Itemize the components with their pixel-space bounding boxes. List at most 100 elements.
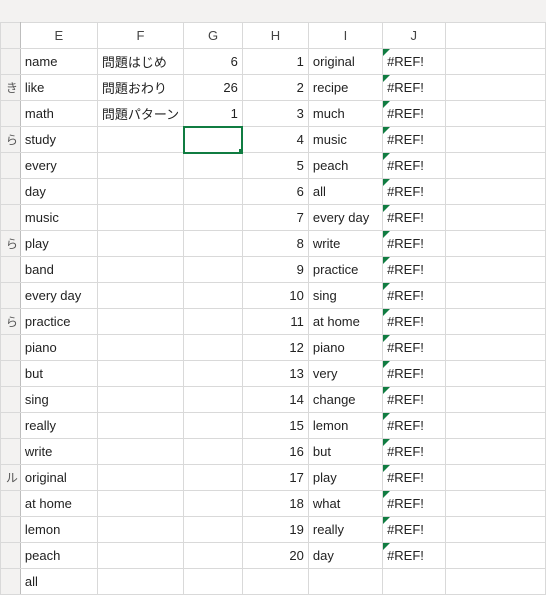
grid-row[interactable]: all bbox=[1, 569, 546, 595]
cell[interactable]: 問題パターン bbox=[97, 101, 183, 127]
cell[interactable]: piano bbox=[308, 335, 382, 361]
cell-error[interactable]: #REF! bbox=[383, 491, 445, 517]
col-header-I[interactable]: I bbox=[308, 23, 382, 49]
cell[interactable]: 7 bbox=[242, 205, 308, 231]
cell[interactable] bbox=[184, 517, 243, 543]
cell[interactable]: much bbox=[308, 101, 382, 127]
cell[interactable]: piano bbox=[20, 335, 97, 361]
cell[interactable]: lemon bbox=[308, 413, 382, 439]
row-header-stub[interactable] bbox=[1, 153, 21, 179]
cell[interactable] bbox=[445, 543, 546, 569]
cell[interactable]: band bbox=[20, 257, 97, 283]
cell[interactable]: but bbox=[20, 361, 97, 387]
row-header-stub[interactable] bbox=[1, 361, 21, 387]
cell-error[interactable]: #REF! bbox=[383, 75, 445, 101]
cell[interactable]: at home bbox=[308, 309, 382, 335]
cell[interactable] bbox=[97, 491, 183, 517]
cell[interactable]: what bbox=[308, 491, 382, 517]
cell[interactable]: all bbox=[20, 569, 97, 595]
grid-row[interactable]: every5peach#REF! bbox=[1, 153, 546, 179]
cell[interactable]: peach bbox=[20, 543, 97, 569]
cell[interactable]: original bbox=[308, 49, 382, 75]
cell[interactable]: 13 bbox=[242, 361, 308, 387]
cell[interactable] bbox=[97, 283, 183, 309]
cell[interactable]: 26 bbox=[184, 75, 243, 101]
cell[interactable]: at home bbox=[20, 491, 97, 517]
cell[interactable]: play bbox=[308, 465, 382, 491]
row-header-stub[interactable] bbox=[1, 283, 21, 309]
cell[interactable] bbox=[184, 153, 243, 179]
cell[interactable]: 17 bbox=[242, 465, 308, 491]
cell[interactable] bbox=[184, 335, 243, 361]
cell[interactable]: write bbox=[308, 231, 382, 257]
cell-error[interactable]: #REF! bbox=[383, 101, 445, 127]
cell[interactable] bbox=[445, 75, 546, 101]
cell-error[interactable]: #REF! bbox=[383, 49, 445, 75]
cell-error[interactable]: #REF! bbox=[383, 153, 445, 179]
cell[interactable] bbox=[184, 543, 243, 569]
grid-row[interactable]: ルoriginal17play#REF! bbox=[1, 465, 546, 491]
row-header-stub[interactable]: ル bbox=[1, 465, 21, 491]
cell-error[interactable]: #REF! bbox=[383, 257, 445, 283]
row-header-stub[interactable]: ら bbox=[1, 231, 21, 257]
cell[interactable] bbox=[445, 387, 546, 413]
cell[interactable]: very bbox=[308, 361, 382, 387]
cell[interactable]: every bbox=[20, 153, 97, 179]
cell[interactable] bbox=[97, 231, 183, 257]
grid-row[interactable]: name問題はじめ61original#REF! bbox=[1, 49, 546, 75]
cell[interactable]: lemon bbox=[20, 517, 97, 543]
cell-error[interactable]: #REF! bbox=[383, 283, 445, 309]
cell[interactable] bbox=[184, 569, 243, 595]
cell[interactable] bbox=[184, 179, 243, 205]
cell[interactable]: all bbox=[308, 179, 382, 205]
cell[interactable]: 12 bbox=[242, 335, 308, 361]
grid-row[interactable]: write16but#REF! bbox=[1, 439, 546, 465]
cell[interactable] bbox=[242, 569, 308, 595]
cell-error[interactable]: #REF! bbox=[383, 413, 445, 439]
cell-error[interactable]: #REF! bbox=[383, 205, 445, 231]
row-header-stub[interactable] bbox=[1, 179, 21, 205]
cell[interactable] bbox=[445, 205, 546, 231]
grid-row[interactable]: きlike問題おわり262recipe#REF! bbox=[1, 75, 546, 101]
cell[interactable]: write bbox=[20, 439, 97, 465]
cell[interactable]: 1 bbox=[242, 49, 308, 75]
cell[interactable]: sing bbox=[308, 283, 382, 309]
grid-row[interactable]: every day10sing#REF! bbox=[1, 283, 546, 309]
cell-error[interactable]: #REF! bbox=[383, 543, 445, 569]
cell[interactable]: day bbox=[20, 179, 97, 205]
row-header-stub[interactable]: き bbox=[1, 75, 21, 101]
cell[interactable]: sing bbox=[20, 387, 97, 413]
cell[interactable] bbox=[445, 361, 546, 387]
cell[interactable] bbox=[445, 49, 546, 75]
cell[interactable]: 20 bbox=[242, 543, 308, 569]
cell[interactable]: like bbox=[20, 75, 97, 101]
cell[interactable]: 8 bbox=[242, 231, 308, 257]
cell[interactable] bbox=[445, 127, 546, 153]
cell[interactable] bbox=[445, 465, 546, 491]
cell[interactable]: study bbox=[20, 127, 97, 153]
cell-error[interactable]: #REF! bbox=[383, 231, 445, 257]
col-header-E[interactable]: E bbox=[20, 23, 97, 49]
cell[interactable]: 6 bbox=[242, 179, 308, 205]
cell[interactable] bbox=[445, 101, 546, 127]
row-header-stub[interactable] bbox=[1, 543, 21, 569]
cell[interactable]: music bbox=[20, 205, 97, 231]
cell[interactable] bbox=[97, 257, 183, 283]
cell[interactable]: change bbox=[308, 387, 382, 413]
row-header-stub[interactable] bbox=[1, 101, 21, 127]
grid-row[interactable]: day6all#REF! bbox=[1, 179, 546, 205]
row-header-stub[interactable] bbox=[1, 439, 21, 465]
row-header-stub[interactable] bbox=[1, 49, 21, 75]
cell[interactable]: music bbox=[308, 127, 382, 153]
cell[interactable] bbox=[184, 413, 243, 439]
grid-row[interactable]: らplay8write#REF! bbox=[1, 231, 546, 257]
cell[interactable]: practice bbox=[308, 257, 382, 283]
row-header-stub[interactable] bbox=[1, 491, 21, 517]
grid-row[interactable]: lemon19really#REF! bbox=[1, 517, 546, 543]
col-header-next[interactable] bbox=[445, 23, 546, 49]
cell-error[interactable]: #REF! bbox=[383, 439, 445, 465]
cell[interactable]: every day bbox=[20, 283, 97, 309]
cell[interactable]: 1 bbox=[184, 101, 243, 127]
cell[interactable]: peach bbox=[308, 153, 382, 179]
cell[interactable] bbox=[97, 127, 183, 153]
